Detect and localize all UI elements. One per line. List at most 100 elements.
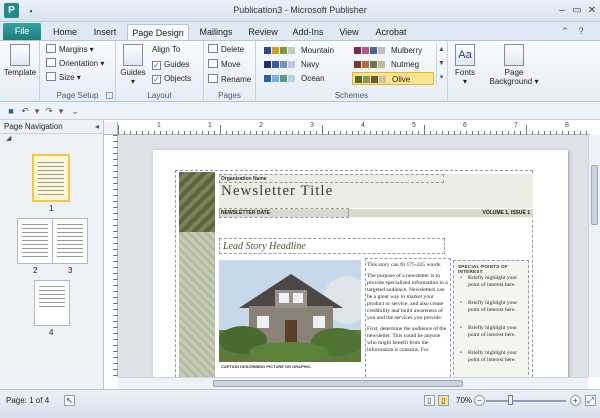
ruler-label: 8 bbox=[565, 122, 569, 129]
organization-name[interactable]: Organization Name bbox=[221, 176, 267, 182]
tab-mailings[interactable]: Mailings bbox=[194, 24, 238, 40]
fonts-button[interactable]: Aa Fonts ▾ bbox=[450, 44, 480, 86]
customize-toolbar-icon[interactable]: ⌄ bbox=[70, 106, 80, 116]
scheme-olive[interactable]: Olive bbox=[352, 72, 434, 85]
house-photo[interactable] bbox=[219, 260, 361, 362]
horizontal-scrollbar[interactable] bbox=[118, 377, 588, 389]
scheme-gallery-scroll[interactable]: ▲ ▼ ▾ bbox=[436, 43, 446, 85]
lead-story-headline[interactable]: Lead Story Headline bbox=[223, 241, 306, 252]
tab-view[interactable]: View bbox=[334, 24, 364, 40]
two-page-view-icon[interactable]: ▯ bbox=[438, 395, 449, 406]
maximize-icon[interactable]: ▭ bbox=[571, 5, 583, 17]
workspace[interactable]: Organization Name Newsletter Title NEWSL… bbox=[118, 135, 590, 377]
help-icon[interactable]: ? bbox=[576, 26, 586, 36]
size-button[interactable]: Size ▾ bbox=[46, 72, 81, 84]
page-thumbnail-3[interactable] bbox=[52, 218, 88, 264]
scheme-mulberry[interactable]: Mulberry bbox=[352, 44, 434, 57]
undo-icon[interactable]: ↶ bbox=[20, 106, 30, 116]
tab-insert[interactable]: Insert bbox=[88, 24, 122, 40]
scheme-scroll-up-icon[interactable]: ▲ bbox=[437, 43, 446, 57]
save-icon[interactable]: ■ bbox=[6, 106, 16, 116]
zoom-out-icon[interactable]: − bbox=[474, 395, 485, 406]
undo-dropdown-icon[interactable]: ▾ bbox=[32, 106, 42, 116]
guides-checkbox[interactable]: ✓ Guides bbox=[152, 59, 189, 71]
expand-section-icon[interactable]: ◢ bbox=[0, 134, 103, 144]
cursor-position-icon: ↖ bbox=[64, 395, 75, 406]
redo-dropdown-icon[interactable]: ▾ bbox=[56, 106, 66, 116]
scheme-name: Nutmeg bbox=[391, 60, 420, 69]
scheme-swatch bbox=[362, 61, 369, 68]
delete-label: Delete bbox=[221, 45, 245, 54]
zoom-level[interactable]: 70% bbox=[456, 396, 472, 405]
minimize-icon[interactable]: – bbox=[556, 5, 568, 17]
horizontal-ruler[interactable]: 1 1 2 3 4 5 6 7 8 bbox=[118, 122, 590, 135]
rename-page-button[interactable]: Rename bbox=[208, 74, 251, 86]
newsletter-title[interactable]: Newsletter Title bbox=[221, 183, 333, 200]
margins-button[interactable]: Margins ▾ bbox=[46, 44, 94, 56]
story-paragraph: The purpose of a newsletter is to provid… bbox=[367, 273, 448, 321]
tab-add-ins[interactable]: Add-Ins bbox=[288, 24, 328, 40]
tab-page-design[interactable]: Page Design bbox=[127, 24, 189, 40]
guides-icon bbox=[123, 44, 143, 66]
layout-group-label: Layout bbox=[147, 91, 172, 100]
vertical-scrollbar[interactable] bbox=[588, 135, 600, 377]
publication-page[interactable]: Organization Name Newsletter Title NEWSL… bbox=[153, 150, 568, 377]
scheme-navy[interactable]: Navy bbox=[262, 58, 354, 71]
template-button[interactable]: Template bbox=[2, 44, 38, 77]
page-setup-launcher-icon[interactable] bbox=[106, 92, 113, 99]
template-icon bbox=[10, 44, 30, 66]
single-page-view-icon[interactable]: ▯ bbox=[424, 395, 435, 406]
guides-button[interactable]: Guides ▾ bbox=[118, 44, 148, 86]
page-background-button[interactable]: Page Background ▾ bbox=[484, 44, 544, 86]
lead-story-text[interactable]: This story can fit 175-225 words. The pu… bbox=[367, 262, 449, 358]
page-navigation-header: Page Navigation ◂ bbox=[0, 120, 103, 134]
delete-page-button[interactable]: Delete bbox=[208, 44, 244, 56]
special-points-box[interactable]: SPECIAL POINTS OF INTEREST: Briefly high… bbox=[453, 260, 529, 377]
fit-page-icon[interactable]: ⤢ bbox=[585, 395, 596, 406]
ruler-corner bbox=[104, 122, 118, 135]
margins-label: Margins bbox=[59, 45, 88, 54]
page-background-label: Page Background bbox=[489, 68, 533, 86]
tab-home[interactable]: Home bbox=[48, 24, 82, 40]
scheme-swatch bbox=[264, 47, 271, 54]
orientation-button[interactable]: Orientation ▾ bbox=[46, 58, 104, 70]
photo-caption[interactable]: Caption describing picture or graphic. bbox=[221, 364, 312, 369]
page-thumbnail-2[interactable] bbox=[17, 218, 53, 264]
scheme-swatch bbox=[272, 75, 279, 82]
scheme-ocean[interactable]: Ocean bbox=[262, 72, 354, 85]
zoom-slider[interactable] bbox=[486, 400, 566, 402]
page-background-group: Page Background ▾ bbox=[482, 41, 546, 101]
scheme-scroll-down-icon[interactable]: ▼ bbox=[437, 57, 446, 71]
horizontal-scroll-thumb[interactable] bbox=[213, 380, 463, 387]
vertical-ruler[interactable] bbox=[104, 135, 118, 377]
page-thumbnail-1[interactable] bbox=[32, 154, 70, 202]
page-thumbnail-4[interactable] bbox=[34, 280, 70, 326]
zoom-in-icon[interactable]: + bbox=[570, 395, 581, 406]
vertical-scroll-thumb[interactable] bbox=[591, 165, 598, 225]
scheme-swatch bbox=[354, 47, 361, 54]
zoom-slider-knob[interactable] bbox=[508, 395, 513, 405]
collapse-pane-icon[interactable]: ◂ bbox=[95, 120, 99, 134]
collapse-ribbon-icon[interactable]: ⌃ bbox=[560, 26, 570, 36]
page-setup-group-label: Page Setup bbox=[56, 91, 99, 100]
page-count[interactable]: Page: 1 of 4 bbox=[6, 396, 49, 405]
thumbnail-content bbox=[22, 224, 48, 258]
tab-file[interactable]: File bbox=[3, 23, 41, 40]
close-icon[interactable]: ✕ bbox=[586, 5, 598, 17]
guides-check-icon: ✓ bbox=[152, 61, 161, 70]
move-page-button[interactable]: Move bbox=[208, 59, 241, 71]
pages-group: Delete Move Rename Pages bbox=[204, 41, 256, 101]
objects-checkbox[interactable]: ✓ Objects bbox=[152, 73, 191, 85]
scheme-mountain[interactable]: Mountain bbox=[262, 44, 354, 57]
scheme-more-icon[interactable]: ▾ bbox=[437, 71, 446, 85]
tab-review[interactable]: Review bbox=[244, 24, 282, 40]
redo-icon[interactable]: ↷ bbox=[44, 106, 54, 116]
rename-page-icon bbox=[208, 74, 218, 83]
scheme-swatch bbox=[280, 61, 287, 68]
newsletter-date[interactable]: NEWSLETTER DATE bbox=[221, 210, 270, 216]
volume-issue[interactable]: VOLUME 1, ISSUE 1 bbox=[482, 210, 530, 216]
scheme-nutmeg[interactable]: Nutmeg bbox=[352, 58, 434, 71]
tab-acrobat[interactable]: Acrobat bbox=[370, 24, 412, 40]
pages-group-label: Pages bbox=[218, 91, 241, 100]
move-page-icon bbox=[208, 59, 218, 68]
